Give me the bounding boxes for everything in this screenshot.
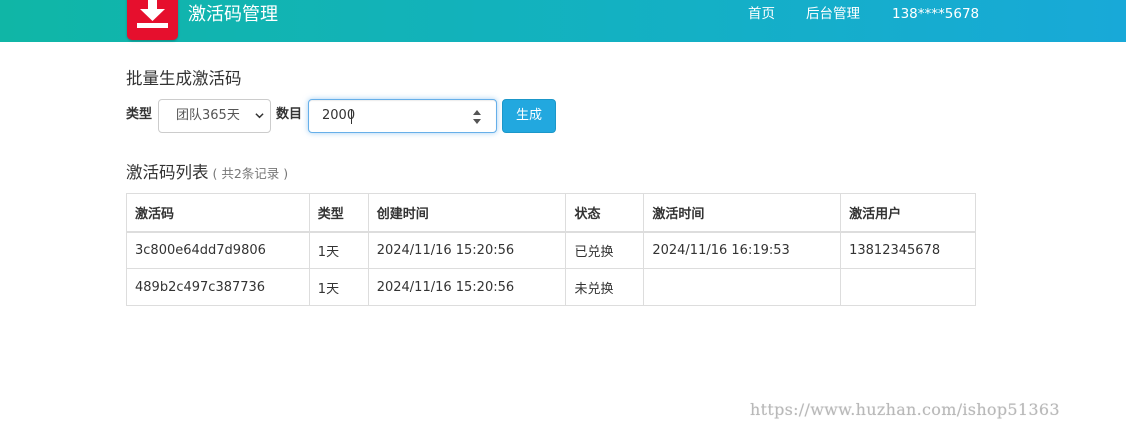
status-cell: 未兑换 xyxy=(565,268,645,306)
number-spinner-icon[interactable] xyxy=(472,109,482,125)
type-label: 类型 xyxy=(126,107,153,122)
activated-time-cell xyxy=(643,268,842,306)
table-row: 3c800e64dd7d9806 1天 2024/11/16 15:20:56 … xyxy=(126,231,976,269)
nav-admin-link[interactable]: 后台管理 xyxy=(806,5,860,23)
activated-time-cell: 2024/11/16 16:19:53 xyxy=(643,231,842,269)
nav-links: 首页 后台管理 138****5678 xyxy=(0,5,1126,25)
count-label: 数目 xyxy=(276,107,303,122)
activated-user-cell: 13812345678 xyxy=(840,231,976,269)
activated-user-cell xyxy=(840,268,976,306)
activation-code-table: 激活码 类型 创建时间 状态 激活时间 激活用户 3c800e64dd7d980… xyxy=(126,193,976,306)
count-input[interactable]: 2000 xyxy=(308,99,497,133)
activation-code-table-wrap: 激活码 类型 创建时间 状态 激活时间 激活用户 3c800e64dd7d980… xyxy=(126,193,976,306)
chevron-down-icon xyxy=(255,113,264,119)
list-title: 激活码列表 xyxy=(126,163,209,182)
type-cell: 1天 xyxy=(308,268,369,306)
code-cell: 489b2c497c387736 xyxy=(126,268,310,306)
code-cell: 3c800e64dd7d9806 xyxy=(126,231,310,269)
created-time-cell: 2024/11/16 15:20:56 xyxy=(367,268,567,306)
column-header: 激活用户 xyxy=(840,193,976,233)
type-select[interactable]: 团队365天 xyxy=(158,99,271,133)
table-row: 489b2c497c387736 1天 2024/11/16 15:20:56 … xyxy=(126,268,976,306)
type-selected-value: 团队365天 xyxy=(176,108,240,123)
record-count: ( 共2条记录 ) xyxy=(212,166,289,181)
column-header: 激活时间 xyxy=(643,193,842,233)
generate-section-title: 批量生成激活码 xyxy=(126,69,242,88)
type-cell: 1天 xyxy=(308,231,369,269)
created-time-cell: 2024/11/16 15:20:56 xyxy=(367,231,567,269)
watermark: https://www.huzhan.com/ishop51363 xyxy=(750,400,1060,419)
generate-button[interactable]: 生成 xyxy=(502,99,556,133)
list-section-title: 激活码列表( 共2条记录 ) xyxy=(126,161,288,186)
text-cursor xyxy=(351,109,352,124)
top-navbar: 激活码管理 首页 后台管理 138****5678 xyxy=(0,0,1126,42)
column-header: 状态 xyxy=(565,193,645,233)
nav-home-link[interactable]: 首页 xyxy=(748,5,775,23)
column-header: 创建时间 xyxy=(367,193,567,233)
table-header-row: 激活码 类型 创建时间 状态 激活时间 激活用户 xyxy=(126,193,976,233)
column-header: 激活码 xyxy=(126,193,310,233)
status-cell: 已兑换 xyxy=(565,231,645,269)
generate-form: 类型 团队365天 数目 2000 生成 xyxy=(126,99,726,133)
nav-user-account[interactable]: 138****5678 xyxy=(892,5,979,23)
column-header: 类型 xyxy=(308,193,369,233)
